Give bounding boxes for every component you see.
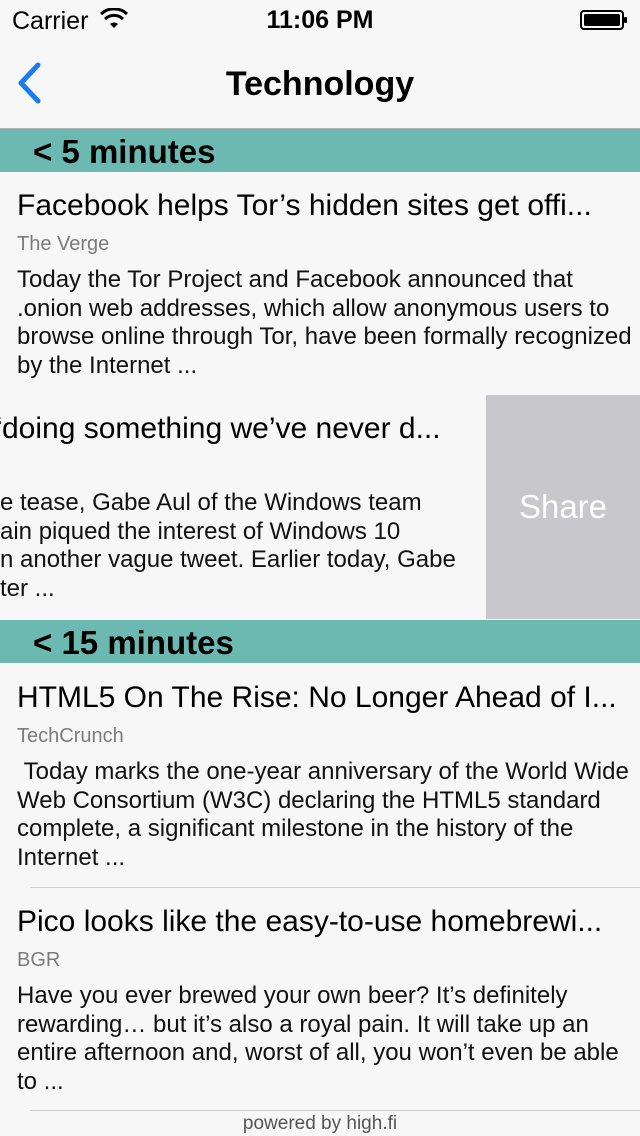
- article-excerpt-line: e tease, Gabe Aul of the Windows team: [0, 489, 422, 516]
- article-excerpt: Have you ever brewed your own beer? It’s…: [17, 982, 619, 1095]
- article-cell[interactable]: Pico looks like the easy-to-use homebrew…: [0, 888, 640, 1110]
- share-button[interactable]: Share: [486, 395, 640, 619]
- navigation-bar: Technology: [0, 40, 640, 129]
- swiped-article-cell[interactable]: “doing something we’ve never d... e teas…: [0, 395, 640, 619]
- article-source: TechCrunch: [17, 725, 124, 747]
- status-bar: Carrier 11:06 PM: [0, 0, 640, 40]
- article-title: Pico looks like the easy-to-use homebrew…: [17, 905, 603, 938]
- article-cell[interactable]: HTML5 On The Rise: No Longer Ahead of I.…: [0, 664, 640, 887]
- powered-by-footer: powered by high.fi: [242, 1113, 398, 1134]
- page-title: Technology: [225, 65, 415, 103]
- section-header-label: < 5 minutes: [33, 133, 216, 170]
- article-content[interactable]: “doing something we’ve never d... e teas…: [0, 395, 486, 619]
- article-excerpt: Today the Tor Project and Facebook annou…: [17, 266, 632, 379]
- status-time: 11:06 PM: [266, 6, 374, 34]
- article-title: “doing something we’ve never d...: [0, 412, 441, 445]
- article-excerpt-line: ter ...: [0, 574, 55, 602]
- article-cell[interactable]: Facebook helps Tor’s hidden sites get of…: [0, 172, 640, 395]
- article-source: BGR: [17, 949, 61, 971]
- article-title: Facebook helps Tor’s hidden sites get of…: [17, 189, 592, 222]
- article-excerpt: Today marks the one-year anniversary of …: [17, 758, 636, 871]
- section-header-label: < 15 minutes: [33, 624, 234, 661]
- section-header-5-minutes: < 5 minutes: [0, 129, 640, 172]
- article-excerpt-line: n another vague tweet. Earlier today, Ga…: [0, 546, 456, 573]
- article-source: The Verge: [17, 233, 110, 255]
- article-excerpt: e tease, Gabe Aul of the Windows team ai…: [0, 489, 456, 603]
- article-excerpt-line: ain piqued the interest of Windows 10: [0, 517, 401, 545]
- battery-icon: [580, 10, 627, 30]
- article-title: HTML5 On The Rise: No Longer Ahead of I.…: [17, 681, 617, 714]
- section-header-15-minutes: < 15 minutes: [0, 620, 640, 663]
